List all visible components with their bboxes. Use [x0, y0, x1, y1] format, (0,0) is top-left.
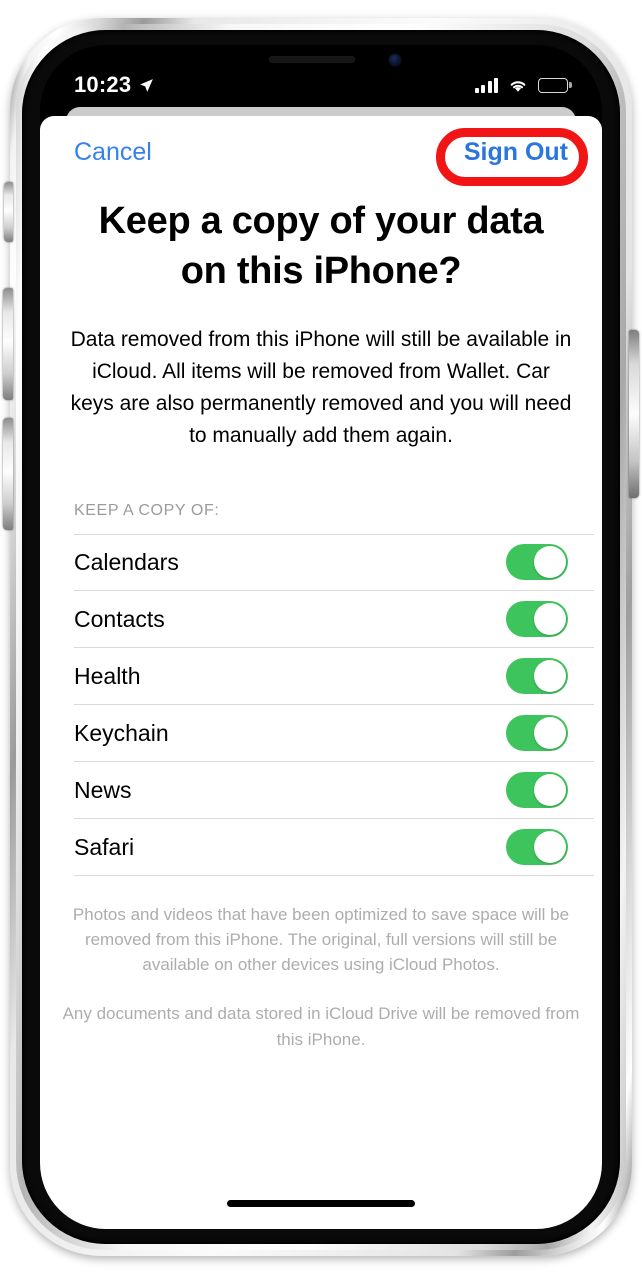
footer-note-icloud-drive: Any documents and data stored in iCloud … — [62, 1004, 580, 1049]
front-camera-icon — [389, 54, 401, 66]
cellular-signal-icon — [474, 77, 498, 93]
sign-out-sheet: Cancel Sign Out Keep a copy of your data… — [40, 116, 602, 1229]
location-arrow-icon — [140, 78, 154, 92]
keep-a-copy-list: Calendars Contacts Health Keychain News … — [40, 533, 602, 876]
list-item[interactable]: Contacts — [40, 590, 602, 648]
battery-low-icon — [538, 77, 568, 93]
screenshot-stage: 10:23 Cancel Sign Out Keep a copy of you… — [0, 0, 642, 1274]
section-header: KEEP A COPY OF: — [74, 501, 220, 519]
toggle-keychain[interactable] — [506, 715, 568, 752]
sign-out-button[interactable]: Sign Out — [464, 138, 568, 167]
cancel-button[interactable]: Cancel — [74, 138, 152, 167]
home-indicator[interactable] — [227, 1200, 415, 1207]
toggle-news[interactable] — [506, 772, 568, 809]
page-title: Keep a copy of your data on this iPhone? — [98, 200, 544, 293]
mute-switch-button[interactable] — [4, 182, 13, 242]
toggle-health[interactable] — [506, 658, 568, 695]
footer-note-photos: Photos and videos that have been optimiz… — [72, 904, 570, 975]
power-button[interactable] — [629, 330, 639, 498]
volume-up-button[interactable] — [3, 288, 13, 400]
list-item-label: Health — [74, 662, 141, 689]
list-item[interactable]: Keychain — [40, 704, 602, 762]
status-bar-time: 10:23 — [74, 72, 132, 97]
toggle-safari[interactable] — [506, 829, 568, 866]
list-item-label: News — [74, 776, 132, 803]
list-item-label: Calendars — [74, 548, 179, 575]
status-bar-left: 10:23 — [74, 72, 155, 98]
list-item[interactable]: Health — [40, 647, 602, 705]
list-item[interactable]: Calendars — [40, 533, 602, 591]
notch — [217, 45, 425, 75]
toggle-calendars[interactable] — [506, 544, 568, 581]
phone-screen: 10:23 Cancel Sign Out Keep a copy of you… — [40, 45, 602, 1229]
list-item-label: Safari — [74, 833, 135, 860]
toggle-contacts[interactable] — [506, 601, 568, 638]
sheet-description: Data removed from this iPhone will still… — [70, 328, 572, 448]
sheet-navigation-bar: Cancel Sign Out — [40, 116, 602, 188]
list-item[interactable]: Safari — [40, 818, 602, 876]
volume-down-button[interactable] — [3, 418, 13, 530]
earpiece-speaker-icon — [269, 56, 355, 63]
list-item-label: Contacts — [74, 605, 165, 632]
list-item[interactable]: News — [40, 761, 602, 819]
wifi-icon — [510, 81, 526, 92]
list-item-label: Keychain — [74, 719, 169, 746]
status-bar-right — [474, 77, 568, 93]
